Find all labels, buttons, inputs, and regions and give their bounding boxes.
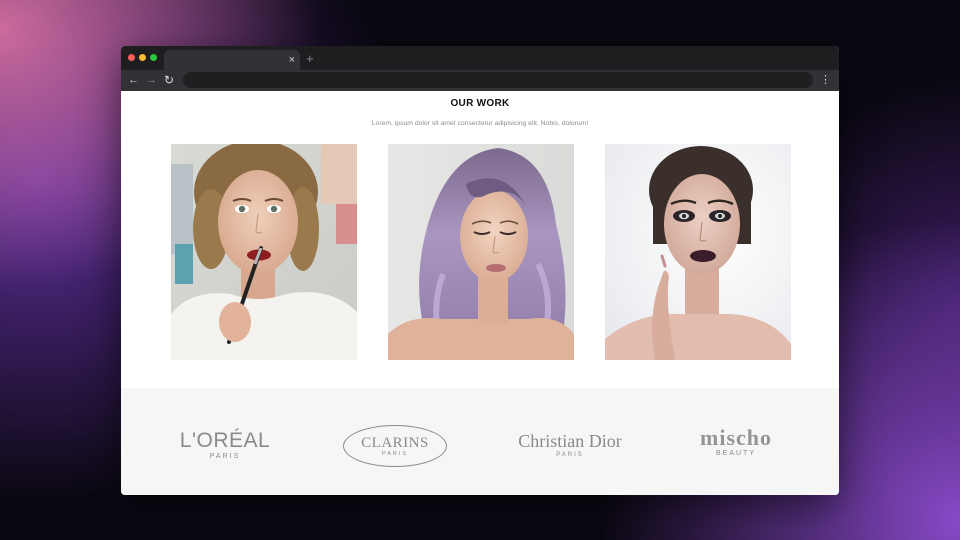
browser-menu-icon[interactable]: ⋮ xyxy=(820,72,831,88)
section-title: OUR WORK xyxy=(450,98,510,109)
portfolio-image xyxy=(171,144,357,360)
browser-window: × + ← → ↻ ⋮ OUR WORK Lorem, ipsum dolor … xyxy=(121,46,839,495)
close-tab-icon[interactable]: × xyxy=(289,52,295,68)
new-tab-icon[interactable]: + xyxy=(306,51,314,67)
section-subtitle: Lorem, ipsum dolor sit amet consectetur … xyxy=(371,120,589,127)
portfolio-photo-lipstick[interactable] xyxy=(171,144,357,360)
brand-logo-dior: Christian Dior PARIS xyxy=(505,432,635,459)
portfolio-image xyxy=(388,144,574,360)
minimize-window-button[interactable] xyxy=(139,54,146,61)
brand-name: mischo xyxy=(700,425,772,450)
close-window-button[interactable] xyxy=(128,54,135,61)
browser-tab[interactable]: × xyxy=(164,50,300,70)
brand-logo-mischo: mischo BEAUTY xyxy=(681,426,791,458)
brand-name: L'ORÉAL xyxy=(179,429,271,452)
brand-subtitle: PARIS xyxy=(381,451,409,457)
page-content: OUR WORK Lorem, ipsum dolor sit amet con… xyxy=(121,91,839,495)
brand-logo-loreal: L'ORÉAL PARIS xyxy=(165,430,285,461)
portfolio-photo-lavender-hair[interactable] xyxy=(388,144,574,360)
tab-bar: × + xyxy=(121,46,839,70)
brand-logo-clarins: CLARINS PARIS xyxy=(343,425,447,467)
brand-subtitle: PARIS xyxy=(556,452,584,458)
forward-icon[interactable]: → xyxy=(146,72,157,88)
portfolio-photo-dark-lips[interactable] xyxy=(605,144,791,360)
browser-toolbar: ← → ↻ ⋮ xyxy=(121,70,839,91)
maximize-window-button[interactable] xyxy=(150,54,157,61)
brand-logos-strip: L'ORÉAL PARIS CLARINS PARIS Christian Di… xyxy=(121,388,839,495)
portfolio-image xyxy=(605,144,791,360)
back-icon[interactable]: ← xyxy=(128,72,139,88)
brand-name: CLARINS xyxy=(361,435,429,451)
brand-subtitle: BEAUTY xyxy=(715,450,756,457)
brand-name: Christian Dior xyxy=(518,431,622,451)
reload-icon[interactable]: ↻ xyxy=(164,72,174,88)
brand-subtitle: PARIS xyxy=(209,453,241,460)
address-bar[interactable] xyxy=(183,72,813,88)
